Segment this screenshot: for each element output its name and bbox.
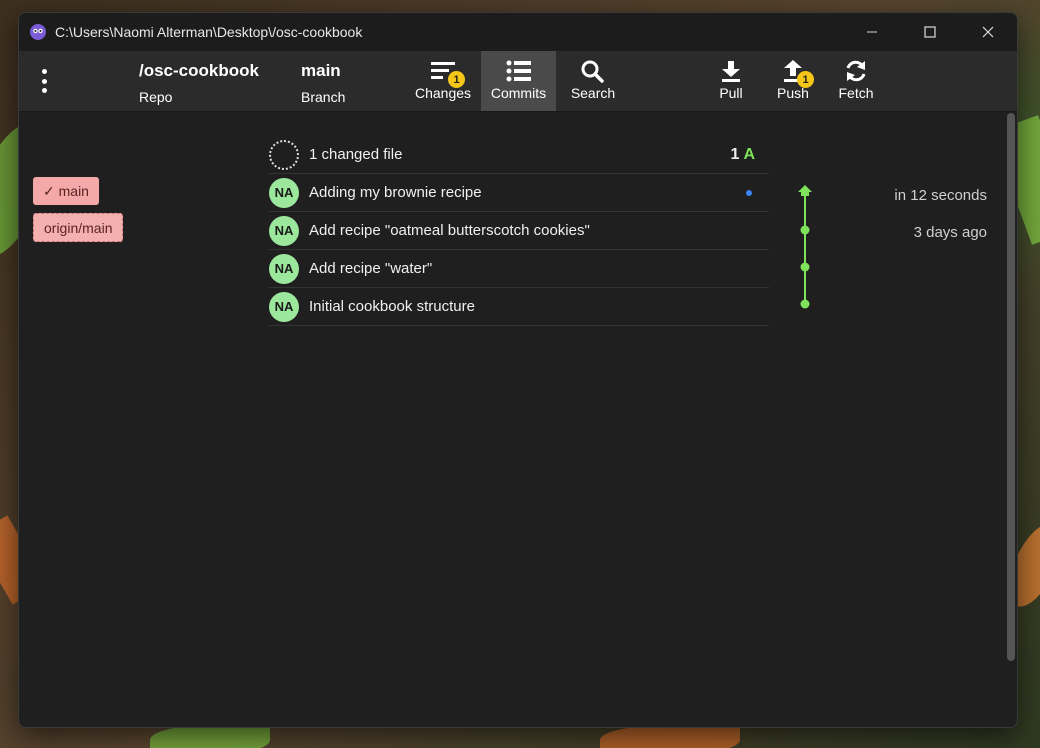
avatar: NA bbox=[269, 291, 299, 322]
push-button[interactable]: 1 Push bbox=[769, 51, 817, 111]
commit-date: in 12 seconds bbox=[894, 187, 987, 204]
more-options-icon[interactable] bbox=[37, 69, 51, 93]
commit-dates: in 12 seconds 3 days ago bbox=[894, 187, 987, 261]
push-badge: 1 bbox=[797, 71, 814, 88]
commit-message: Initial cookbook structure bbox=[309, 298, 475, 315]
refresh-icon bbox=[846, 60, 866, 82]
pull-button[interactable]: Pull bbox=[707, 51, 755, 111]
repo-selector[interactable]: /osc-cookbook Repo bbox=[139, 61, 259, 105]
app-logo-icon bbox=[30, 24, 46, 40]
commit-row[interactable]: NA Adding my brownie recipe bbox=[269, 174, 769, 212]
minimize-button[interactable] bbox=[843, 13, 901, 51]
remote-branch-tag[interactable]: origin/main bbox=[33, 213, 124, 242]
pull-icon bbox=[722, 61, 740, 82]
close-button[interactable] bbox=[959, 13, 1017, 51]
commit-row[interactable]: NA Add recipe "oatmeal butterscotch cook… bbox=[269, 212, 769, 250]
graph-node bbox=[800, 262, 810, 272]
refs-panel: ✓ main origin/main bbox=[33, 177, 124, 250]
maximize-icon bbox=[924, 26, 936, 38]
commit-message: Add recipe "water" bbox=[309, 260, 433, 277]
unpushed-indicator-icon bbox=[746, 189, 752, 196]
minimize-icon bbox=[867, 31, 877, 33]
working-changes-row[interactable]: 1 changed file 1A bbox=[269, 136, 769, 174]
commit-message: Add recipe "oatmeal butterscotch cookies… bbox=[309, 222, 590, 239]
commit-date: 3 days ago bbox=[913, 224, 987, 241]
window-title: C:\Users\Naomi Alterman\Desktop\/osc-coo… bbox=[55, 24, 363, 40]
repo-name: /osc-cookbook bbox=[139, 61, 259, 80]
fetch-button[interactable]: Fetch bbox=[831, 51, 881, 111]
avatar: NA bbox=[269, 177, 299, 208]
repo-label: Repo bbox=[139, 89, 173, 105]
close-icon bbox=[982, 26, 994, 38]
branch-selector[interactable]: main Branch bbox=[301, 61, 345, 105]
commit-row[interactable]: NA Initial cookbook structure bbox=[269, 288, 769, 326]
changed-files-text: 1 changed file bbox=[309, 146, 403, 163]
commits-button[interactable]: Commits bbox=[481, 51, 556, 111]
commit-graph bbox=[798, 185, 812, 309]
changes-button[interactable]: 1 Changes bbox=[410, 51, 476, 111]
graph-node bbox=[800, 225, 810, 235]
fetch-label: Fetch bbox=[838, 85, 874, 101]
title-bar[interactable]: C:\Users\Naomi Alterman\Desktop\/osc-coo… bbox=[19, 13, 1017, 51]
commits-label: Commits bbox=[490, 85, 547, 101]
search-icon bbox=[581, 60, 604, 83]
branch-label: Branch bbox=[301, 89, 346, 105]
avatar: NA bbox=[269, 253, 299, 284]
commit-message: Adding my brownie recipe bbox=[309, 184, 482, 201]
pending-changes-icon bbox=[269, 139, 299, 170]
search-button[interactable]: Search bbox=[563, 51, 623, 111]
app-window: C:\Users\Naomi Alterman\Desktop\/osc-coo… bbox=[18, 12, 1018, 728]
commits-list-icon bbox=[506, 60, 531, 82]
added-status-letter: A bbox=[743, 145, 755, 163]
branch-name: main bbox=[301, 61, 341, 80]
toolbar: /osc-cookbook Repo main Branch 1 Changes… bbox=[19, 51, 1017, 112]
pull-label: Pull bbox=[719, 85, 743, 101]
maximize-button[interactable] bbox=[901, 13, 959, 51]
local-branch-tag[interactable]: ✓ main bbox=[33, 177, 99, 205]
search-label: Search bbox=[570, 85, 616, 101]
changed-files-count: 1A bbox=[730, 145, 755, 163]
changes-badge: 1 bbox=[448, 71, 465, 88]
changes-label: Changes bbox=[414, 85, 472, 101]
avatar: NA bbox=[269, 215, 299, 246]
vertical-scrollbar[interactable] bbox=[1007, 113, 1015, 661]
graph-head-arrow-icon bbox=[798, 185, 812, 192]
graph-node bbox=[800, 299, 810, 309]
commit-list: 1 changed file 1A NA Adding my brownie r… bbox=[269, 136, 769, 326]
commit-row[interactable]: NA Add recipe "water" bbox=[269, 250, 769, 288]
